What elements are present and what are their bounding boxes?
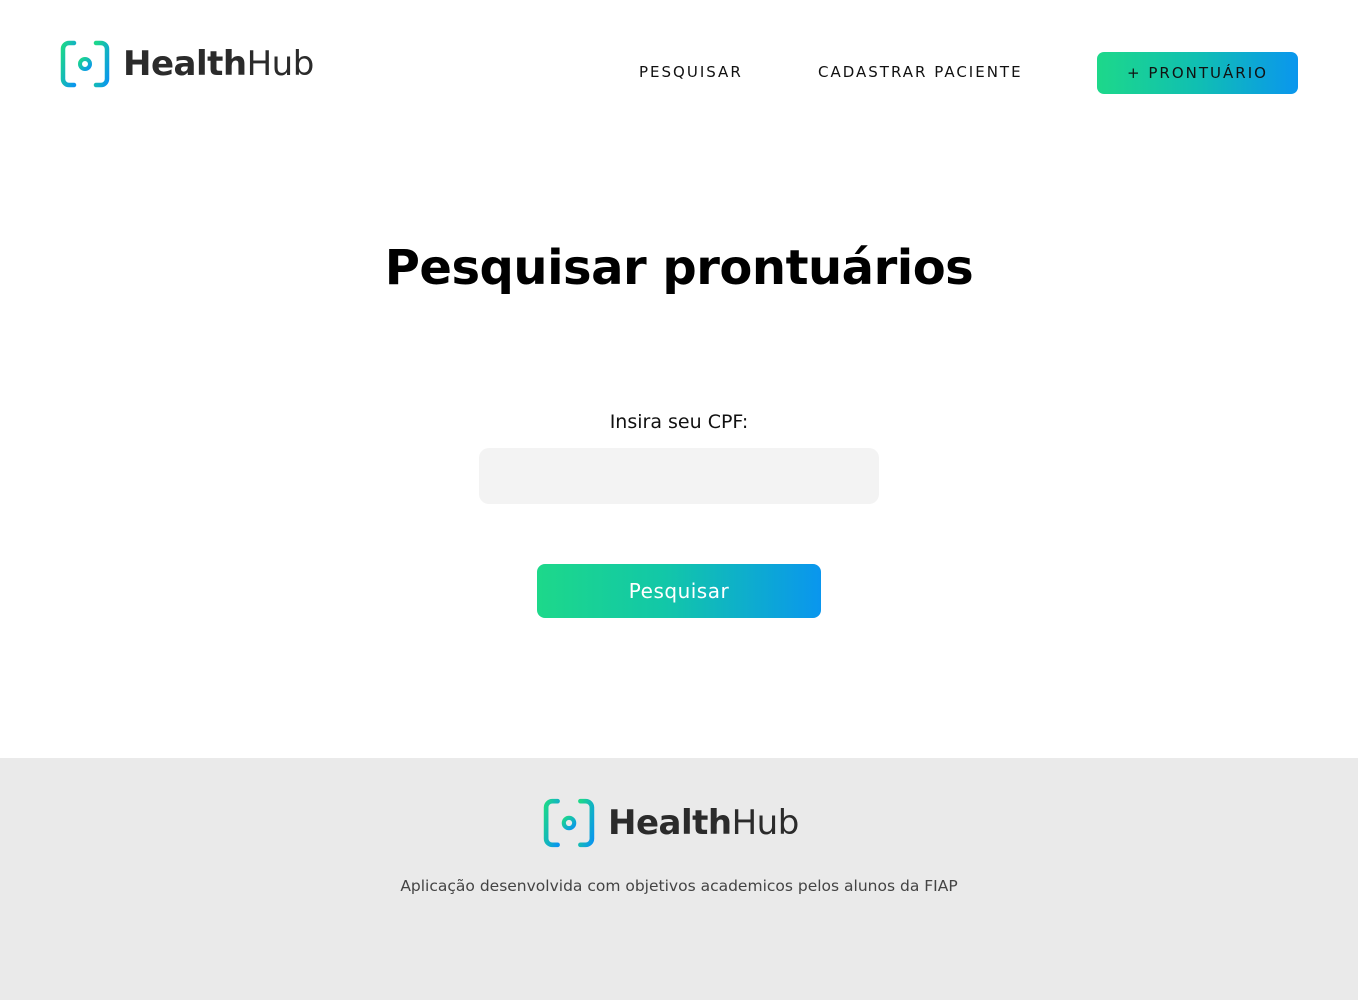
logo-wordmark: HealthHub (123, 47, 314, 81)
page-title: Pesquisar prontuários (384, 240, 974, 296)
footer-logo-word-hub: Hub (731, 803, 800, 843)
footer-logo: HealthHub (543, 797, 799, 849)
page: HealthHub PESQUISAR CADASTRAR PACIENTE +… (0, 0, 1358, 1000)
healthhub-logo-icon (543, 798, 595, 848)
search-button[interactable]: Pesquisar (537, 564, 821, 618)
healthhub-logo-icon (60, 40, 110, 88)
footer-logo-word-health: Health (608, 803, 732, 843)
cpf-input[interactable] (479, 448, 879, 504)
cpf-label: Insira seu CPF: (609, 411, 749, 433)
footer-description: Aplicação desenvolvida com objetivos aca… (400, 877, 958, 895)
new-record-button[interactable]: + PRONTUÁRIO (1097, 52, 1298, 94)
logo-word-hub: Hub (246, 44, 315, 84)
nav-search-link[interactable]: PESQUISAR (639, 63, 743, 81)
header: HealthHub PESQUISAR CADASTRAR PACIENTE +… (0, 0, 1358, 140)
logo-word-health: Health (123, 44, 247, 84)
nav-register-patient-link[interactable]: CADASTRAR PACIENTE (818, 63, 1023, 81)
header-logo[interactable]: HealthHub (60, 40, 314, 88)
footer: HealthHub Aplicação desenvolvida com obj… (0, 758, 1358, 1000)
footer-logo-wordmark: HealthHub (608, 806, 799, 840)
